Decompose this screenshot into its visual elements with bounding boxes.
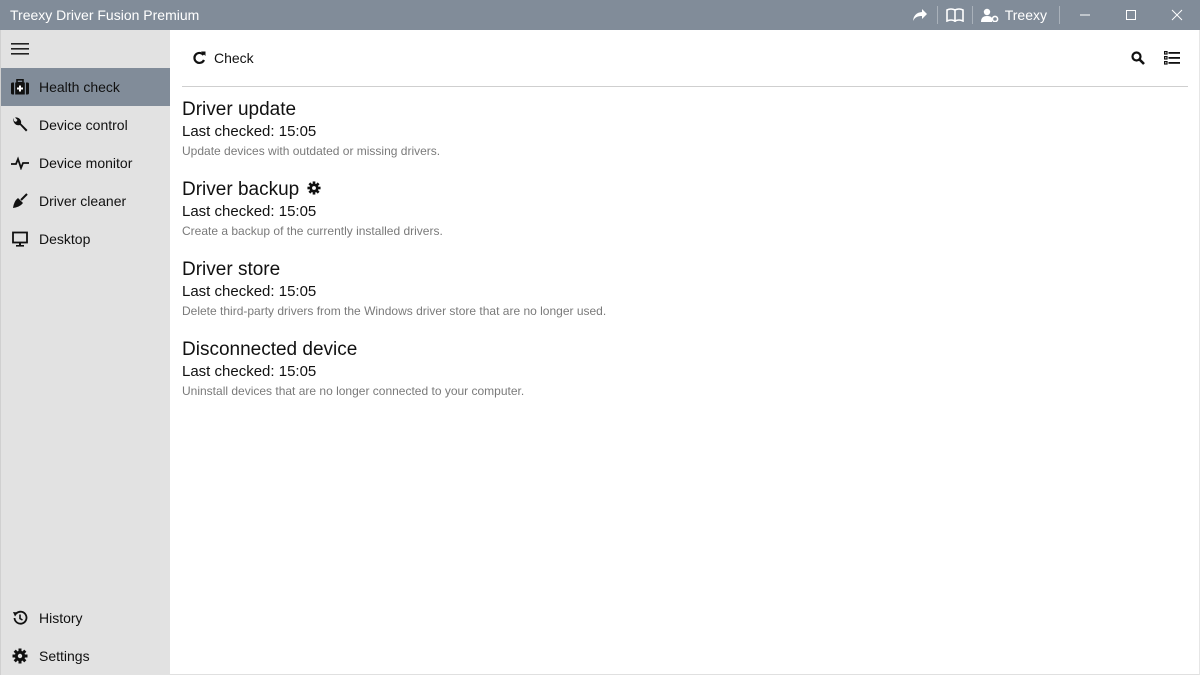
broom-icon: [11, 192, 29, 210]
user-gear-icon: [980, 8, 999, 22]
sidebar-item-settings[interactable]: Settings: [1, 637, 170, 675]
backup-settings-icon[interactable]: [307, 178, 321, 202]
refresh-icon: [193, 51, 206, 65]
book-icon[interactable]: [940, 0, 970, 30]
check-label: Check: [214, 50, 254, 66]
minimize-button[interactable]: [1062, 0, 1108, 30]
health-check-list: Driver update Last checked: 15:05 Update…: [182, 98, 606, 418]
section-driver-store[interactable]: Driver store Last checked: 15:05 Delete …: [182, 258, 606, 320]
window-title: Treexy Driver Fusion Premium: [10, 7, 200, 23]
sidebar-item-label: Settings: [39, 648, 90, 664]
sidebar-item-label: Device control: [39, 117, 128, 133]
section-title: Driver update: [182, 99, 297, 120]
menu-toggle-button[interactable]: [1, 30, 170, 68]
sidebar-item-label: History: [39, 610, 83, 626]
sidebar-item-label: Desktop: [39, 231, 91, 247]
section-description: Uninstall devices that are no longer con…: [182, 384, 525, 398]
section-title: Driver backup: [182, 179, 300, 200]
sidebar-item-desktop[interactable]: Desktop: [1, 220, 170, 258]
section-disconnected-device[interactable]: Disconnected device Last checked: 15:05 …: [182, 338, 606, 400]
sidebar-item-history[interactable]: History: [1, 599, 170, 637]
section-driver-update[interactable]: Driver update Last checked: 15:05 Update…: [182, 98, 606, 160]
user-name: Treexy: [1004, 7, 1047, 23]
title-bar: Treexy Driver Fusion Premium Treexy: [0, 0, 1200, 30]
hamburger-icon: [11, 43, 29, 55]
section-driver-backup[interactable]: Driver backup Last checked: 15:05 Create…: [182, 178, 606, 240]
sidebar-item-device-monitor[interactable]: Device monitor: [1, 144, 170, 182]
last-checked: Last checked: 15:05: [182, 283, 317, 300]
section-description: Update devices with outdated or missing …: [182, 144, 441, 158]
main-content: Check Driver update Last checked: 15:05 …: [170, 30, 1200, 675]
maximize-button[interactable]: [1108, 0, 1154, 30]
toolbar: Check: [182, 30, 1188, 87]
check-button[interactable]: Check: [182, 43, 264, 73]
sidebar-item-driver-cleaner[interactable]: Driver cleaner: [1, 182, 170, 220]
medkit-icon: [11, 78, 29, 96]
separator: [936, 6, 938, 24]
gear-icon: [11, 647, 29, 665]
separator: [971, 6, 973, 24]
search-icon: [1131, 51, 1145, 65]
sidebar-item-label: Driver cleaner: [39, 193, 127, 209]
user-account[interactable]: Treexy: [975, 7, 1057, 23]
sidebar-item-device-control[interactable]: Device control: [1, 106, 170, 144]
wrench-icon: [11, 116, 29, 134]
sidebar-item-label: Device monitor: [39, 155, 133, 171]
search-button[interactable]: [1128, 48, 1148, 68]
separator: [1059, 6, 1060, 24]
list-view-button[interactable]: [1162, 48, 1182, 68]
section-title: Driver store: [182, 259, 281, 280]
history-icon: [11, 609, 29, 627]
sidebar-item-health-check[interactable]: Health check: [1, 68, 170, 106]
section-description: Delete third-party drivers from the Wind…: [182, 304, 607, 318]
sidebar-item-label: Health check: [39, 79, 120, 95]
sidebar: Health check Device control Device monit…: [0, 30, 170, 675]
heartbeat-icon: [11, 154, 29, 172]
last-checked: Last checked: 15:05: [182, 123, 317, 140]
share-icon[interactable]: [905, 0, 935, 30]
last-checked: Last checked: 15:05: [182, 363, 317, 380]
section-description: Create a backup of the currently install…: [182, 224, 443, 238]
section-title: Disconnected device: [182, 339, 358, 360]
close-button[interactable]: [1154, 0, 1200, 30]
monitor-icon: [11, 230, 29, 248]
last-checked: Last checked: 15:05: [182, 203, 317, 220]
list-icon: [1164, 51, 1180, 65]
